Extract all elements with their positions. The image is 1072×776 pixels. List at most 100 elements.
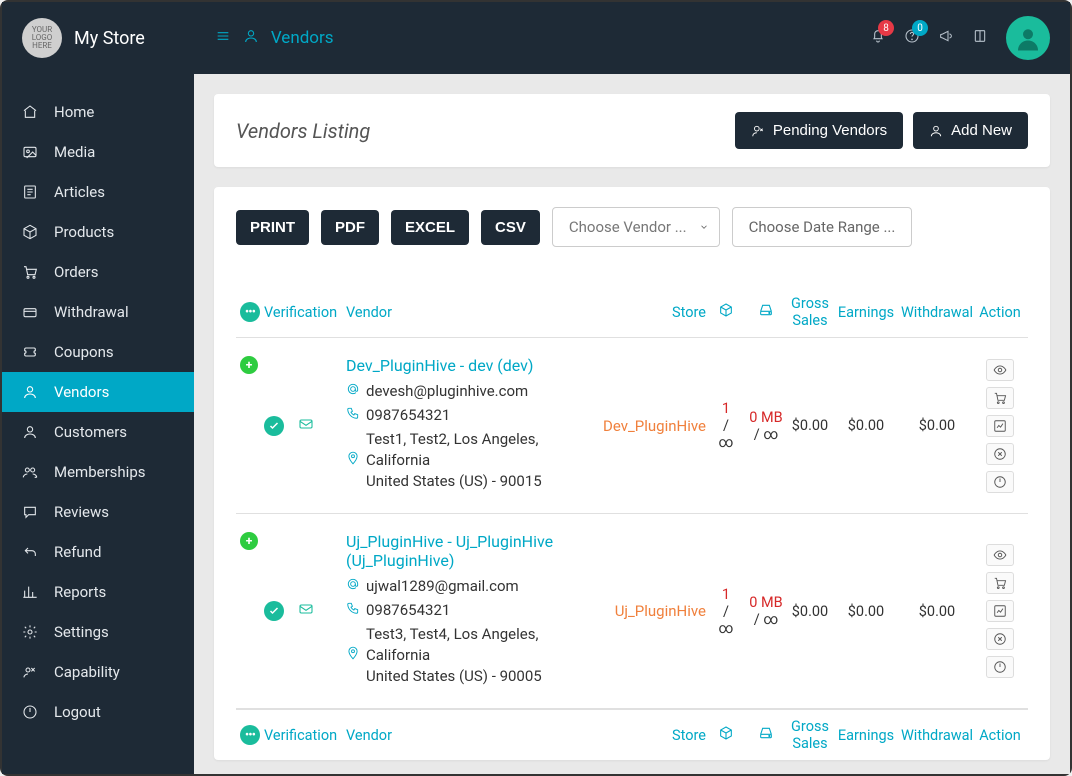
col-limit[interactable] (706, 302, 746, 322)
vendors-table: ••• Verification Vendor Store Gross Sale… (236, 287, 1028, 760)
breadcrumb-current[interactable]: Vendors (271, 28, 334, 48)
media-icon (20, 144, 40, 160)
expand-all-icon[interactable]: ••• (240, 302, 260, 322)
sidebar-item-memberships[interactable]: Memberships (2, 452, 194, 492)
memberships-icon (20, 464, 40, 480)
sidebar-item-refund[interactable]: Refund (2, 532, 194, 572)
store-link[interactable]: Dev_PluginHive (603, 417, 706, 435)
excel-button[interactable]: EXCEL (391, 210, 469, 245)
col-vendor[interactable]: Vendor (346, 304, 596, 321)
envelope-icon[interactable] (298, 601, 314, 621)
orders-action[interactable] (986, 387, 1014, 409)
vendors-table-card: PRINT PDF EXCEL CSV Choose Vendor ... Ch… (214, 187, 1050, 760)
print-button[interactable]: PRINT (236, 210, 309, 245)
csv-button[interactable]: CSV (481, 210, 540, 245)
phone-icon (346, 600, 360, 621)
table-row: + Dev_PluginHive - dev (dev) devesh@plug… (236, 338, 1028, 514)
table-row: + Uj_PluginHive - Uj_PluginHive (Uj_Plug… (236, 514, 1028, 709)
sidebar-item-label: Home (54, 103, 94, 121)
main-content: Vendors Listing Pending Vendors Add New … (194, 74, 1070, 774)
menu-icon[interactable] (215, 28, 231, 48)
col-withdrawal[interactable]: Withdrawal (898, 304, 976, 321)
table-footer: ••• Verification Vendor Store Gross Sale… (236, 709, 1028, 760)
at-icon (346, 576, 360, 597)
sidebar-item-vendors[interactable]: Vendors (2, 372, 194, 412)
breadcrumb: Vendors (215, 28, 334, 48)
location-icon (346, 645, 360, 666)
choose-vendor-select[interactable]: Choose Vendor ... (552, 207, 720, 247)
view-action[interactable] (986, 544, 1014, 566)
space-used: 0 MB (746, 594, 786, 611)
expand-row-icon[interactable]: + (240, 356, 258, 374)
gross-sales-value: $0.00 (786, 603, 834, 620)
product-limit-total: ∞ (706, 434, 746, 451)
reviews-icon (20, 504, 40, 520)
notifications-badge: 8 (878, 20, 894, 36)
avatar[interactable] (1006, 16, 1050, 60)
sidebar-item-articles[interactable]: Articles (2, 172, 194, 212)
sidebar-item-reports[interactable]: Reports (2, 572, 194, 612)
col-earnings[interactable]: Earnings (834, 304, 898, 321)
power-action[interactable] (986, 471, 1014, 493)
sidebar-item-products[interactable]: Products (2, 212, 194, 252)
expand-all-icon[interactable]: ••• (240, 725, 260, 745)
product-limit-total: ∞ (706, 620, 746, 637)
sidebar-item-home[interactable]: Home (2, 92, 194, 132)
product-limit-sep: / (706, 603, 746, 620)
vendor-address: Test3, Test4, Los Angeles, CaliforniaUni… (366, 624, 596, 687)
sidebar-item-label: Media (54, 143, 95, 161)
sidebar-item-label: Refund (54, 543, 101, 561)
reports-icon (20, 584, 40, 600)
envelope-icon[interactable] (298, 416, 314, 436)
power-action[interactable] (986, 656, 1014, 678)
help-badge: 0 (912, 20, 928, 36)
earnings-value: $0.00 (834, 417, 898, 434)
coupons-icon (20, 344, 40, 360)
space-used: 0 MB (746, 409, 786, 426)
pending-vendors-button[interactable]: Pending Vendors (735, 112, 903, 149)
sidebar-item-settings[interactable]: Settings (2, 612, 194, 652)
announcements-icon[interactable] (938, 28, 954, 48)
stats-action[interactable] (986, 600, 1014, 622)
user-icon (243, 28, 259, 48)
earnings-value: $0.00 (834, 603, 898, 620)
sidebar-item-label: Vendors (54, 383, 109, 401)
disable-action[interactable] (986, 443, 1014, 465)
help-icon[interactable]: 0 (904, 28, 920, 48)
stats-action[interactable] (986, 415, 1014, 437)
sidebar-item-coupons[interactable]: Coupons (2, 332, 194, 372)
vendor-name-link[interactable]: Dev_PluginHive - dev (dev) (346, 356, 596, 375)
withdrawal-value: $0.00 (898, 603, 976, 620)
view-action[interactable] (986, 359, 1014, 381)
sidebar-item-label: Coupons (54, 343, 114, 361)
col-store[interactable]: Store (596, 304, 706, 321)
page-title: Vendors Listing (236, 119, 370, 143)
customers-icon (20, 424, 40, 440)
sidebar-item-orders[interactable]: Orders (2, 252, 194, 292)
col-gross[interactable]: Gross Sales (786, 295, 834, 329)
choose-date-input[interactable]: Choose Date Range ... (732, 207, 913, 247)
sidebar-item-logout[interactable]: Logout (2, 692, 194, 732)
col-verification[interactable]: Verification (264, 304, 346, 321)
col-space[interactable] (746, 302, 786, 322)
expand-row-icon[interactable]: + (240, 532, 258, 550)
docs-icon[interactable] (972, 28, 988, 48)
sidebar-item-withdrawal[interactable]: Withdrawal (2, 292, 194, 332)
sidebar-item-label: Reports (54, 583, 106, 601)
add-new-button[interactable]: Add New (913, 112, 1028, 149)
space-total: / ∞ (746, 426, 786, 443)
orders-action[interactable] (986, 572, 1014, 594)
vendor-name-link[interactable]: Uj_PluginHive - Uj_PluginHive (Uj_Plugin… (346, 532, 596, 570)
notifications-icon[interactable]: 8 (870, 28, 886, 48)
pdf-button[interactable]: PDF (321, 210, 379, 245)
vendor-phone: 0987654321 (366, 600, 450, 621)
products-icon (20, 224, 40, 240)
sidebar-item-reviews[interactable]: Reviews (2, 492, 194, 532)
sidebar-item-media[interactable]: Media (2, 132, 194, 172)
settings-icon (20, 624, 40, 640)
store-link[interactable]: Uj_PluginHive (615, 602, 706, 620)
sidebar-item-capability[interactable]: Capability (2, 652, 194, 692)
location-icon (346, 450, 360, 471)
sidebar-item-customers[interactable]: Customers (2, 412, 194, 452)
disable-action[interactable] (986, 628, 1014, 650)
